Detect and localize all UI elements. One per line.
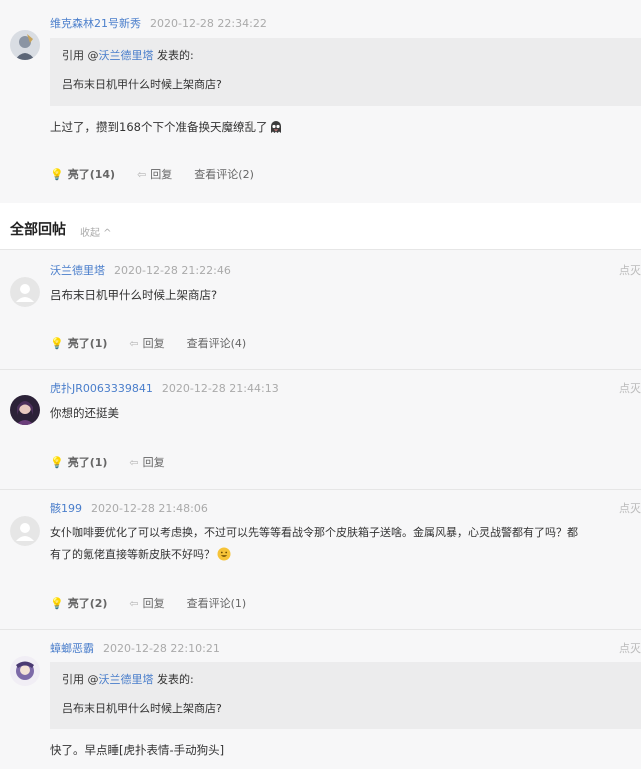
view-comments-button[interactable]: 查看评论(1) — [187, 595, 247, 611]
post-time: 2020-12-28 22:34:22 — [150, 17, 267, 30]
post-actions: 💡 亮了(2) ⇦ 回复 查看评论(1) — [50, 595, 246, 611]
reply-item: 骸199 2020-12-28 21:48:06 点灭 女仆咖啡要优化了可以考虑换… — [0, 489, 641, 629]
reply-button[interactable]: ⇦ 回复 — [137, 166, 172, 182]
report-link[interactable]: 点灭 — [619, 262, 641, 278]
avatar[interactable] — [10, 277, 40, 307]
view-comments-button[interactable]: 查看评论(4) — [187, 335, 247, 351]
quote-block: 引用 @沃兰德里塔 发表的: 吕布末日机甲什么时候上架商店? — [50, 662, 641, 729]
like-button[interactable]: 💡 亮了(2) — [50, 595, 107, 611]
post-meta: 维克森林21号新秀 2020-12-28 22:34:22 — [50, 15, 267, 31]
post-time: 2020-12-28 21:22:46 — [114, 264, 231, 277]
quoted-user-link[interactable]: 沃兰德里塔 — [99, 673, 154, 686]
avatar-image — [10, 395, 40, 425]
post-meta: 骸199 2020-12-28 21:48:06 — [50, 500, 208, 516]
username-link[interactable]: 骸199 — [50, 502, 82, 515]
post-content-text: 上过了，攒到168个下个准备换天魔缭乱了 — [50, 120, 268, 134]
default-avatar-icon — [10, 277, 40, 307]
quote-block: 引用 @沃兰德里塔 发表的: 吕布末日机甲什么时候上架商店? — [50, 38, 641, 106]
post-actions: 💡 亮了(1) ⇦ 回复 — [50, 454, 165, 470]
default-avatar-icon — [10, 516, 40, 546]
avatar-image — [10, 30, 40, 60]
post-content: 女仆咖啡要优化了可以考虑换，不过可以先等等看战令那个皮肤箱子送啥。金属风暴，心灵… — [50, 522, 641, 566]
post-content: 你想的还挺美 — [50, 406, 119, 420]
reply-arrow-icon: ⇦ — [129, 455, 139, 469]
post-content: 上过了，攒到168个下个准备换天魔缭乱了 — [50, 116, 631, 138]
divider — [0, 369, 641, 370]
lightbulb-icon: 💡 — [50, 596, 64, 610]
reply-item: 沃兰德里塔 2020-12-28 21:22:46 点灭 吕布末日机甲什么时候上架… — [0, 249, 641, 369]
lightbulb-icon: 💡 — [50, 167, 64, 181]
quote-text: 吕布末日机甲什么时候上架商店? — [62, 702, 222, 715]
quote-prefix: 引用 @ — [62, 49, 99, 62]
divider — [0, 629, 641, 630]
report-link[interactable]: 点灭 — [619, 380, 641, 396]
post-meta: 沃兰德里塔 2020-12-28 21:22:46 — [50, 262, 231, 278]
highlight-post: 维克森林21号新秀 2020-12-28 22:34:22 引用 @沃兰德里塔 发… — [0, 0, 641, 203]
avatar[interactable] — [10, 516, 40, 546]
username-link[interactable]: 维克森林21号新秀 — [50, 17, 141, 30]
reply-arrow-icon: ⇦ — [129, 336, 139, 350]
reply-button[interactable]: ⇦ 回复 — [129, 454, 164, 470]
post-time: 2020-12-28 21:44:13 — [161, 382, 279, 395]
report-link[interactable]: 点灭 — [619, 500, 641, 516]
quote-suffix: 发表的: — [153, 49, 194, 62]
post-time: 2020-12-28 22:10:21 — [103, 642, 220, 655]
quote-text: 吕布末日机甲什么时候上架商店? — [62, 78, 222, 91]
avatar[interactable] — [10, 656, 40, 686]
post-content-line: 女仆咖啡要优化了可以考虑换，不过可以先等等看战令那个皮肤箱子送啥。金属风暴，心灵… — [50, 526, 578, 539]
quote-header: 引用 @沃兰德里塔 发表的: — [62, 47, 194, 63]
post-time: 2020-12-28 21:48:06 — [91, 502, 208, 515]
quoted-user-link[interactable]: 沃兰德里塔 — [99, 49, 154, 62]
post-content: 快了。早点睡[虎扑表情-手动狗头] — [50, 743, 225, 757]
section-title: 全部回帖 — [10, 222, 66, 238]
reply-button[interactable]: ⇦ 回复 — [129, 595, 164, 611]
lightbulb-icon: 💡 — [50, 336, 64, 350]
divider — [0, 249, 641, 250]
reply-arrow-icon: ⇦ — [137, 167, 147, 181]
avatar-image — [10, 656, 40, 686]
like-button[interactable]: 💡 亮了(1) — [50, 454, 107, 470]
post-content: 吕布末日机甲什么时候上架商店? — [50, 288, 218, 302]
avatar[interactable] — [10, 395, 40, 425]
post-content-line: 有了的氪佬直接等新皮肤不好吗？ — [50, 544, 641, 566]
quote-suffix: 发表的: — [153, 673, 194, 686]
all-replies-header: 全部回帖 收起 ^ — [0, 203, 641, 249]
reply-item: 蟑螂恶霸 2020-12-28 22:10:21 点灭 引用 @沃兰德里塔 发表的… — [0, 629, 641, 769]
username-link[interactable]: 虎扑JR0063339841 — [50, 382, 153, 395]
lightbulb-icon: 💡 — [50, 455, 64, 469]
collapse-toggle[interactable]: 收起 ^ — [80, 224, 112, 239]
report-link[interactable]: 点灭 — [619, 640, 641, 656]
post-actions: 💡 亮了(1) ⇦ 回复 查看评论(4) — [50, 335, 246, 351]
post-meta: 虎扑JR0063339841 2020-12-28 21:44:13 — [50, 380, 279, 396]
smile-emoji-icon — [217, 547, 231, 561]
quote-prefix: 引用 @ — [62, 673, 99, 686]
quote-header: 引用 @沃兰德里塔 发表的: — [62, 671, 194, 687]
post-actions: 💡 亮了(14) ⇦ 回复 查看评论(2) — [50, 166, 254, 182]
like-button[interactable]: 💡 亮了(14) — [50, 166, 115, 182]
post-meta: 蟑螂恶霸 2020-12-28 22:10:21 — [50, 640, 220, 656]
avatar[interactable] — [10, 30, 40, 60]
reply-button[interactable]: ⇦ 回复 — [129, 335, 164, 351]
thread-page: 维克森林21号新秀 2020-12-28 22:34:22 引用 @沃兰德里塔 发… — [0, 0, 641, 769]
like-button[interactable]: 💡 亮了(1) — [50, 335, 107, 351]
reply-item: 虎扑JR0063339841 2020-12-28 21:44:13 点灭 你想的… — [0, 369, 641, 489]
username-link[interactable]: 蟑螂恶霸 — [50, 642, 94, 655]
reply-arrow-icon: ⇦ — [129, 596, 139, 610]
view-comments-button[interactable]: 查看评论(2) — [194, 166, 254, 182]
username-link[interactable]: 沃兰德里塔 — [50, 264, 105, 277]
divider — [0, 489, 641, 490]
ghost-emoji-icon — [271, 121, 282, 133]
